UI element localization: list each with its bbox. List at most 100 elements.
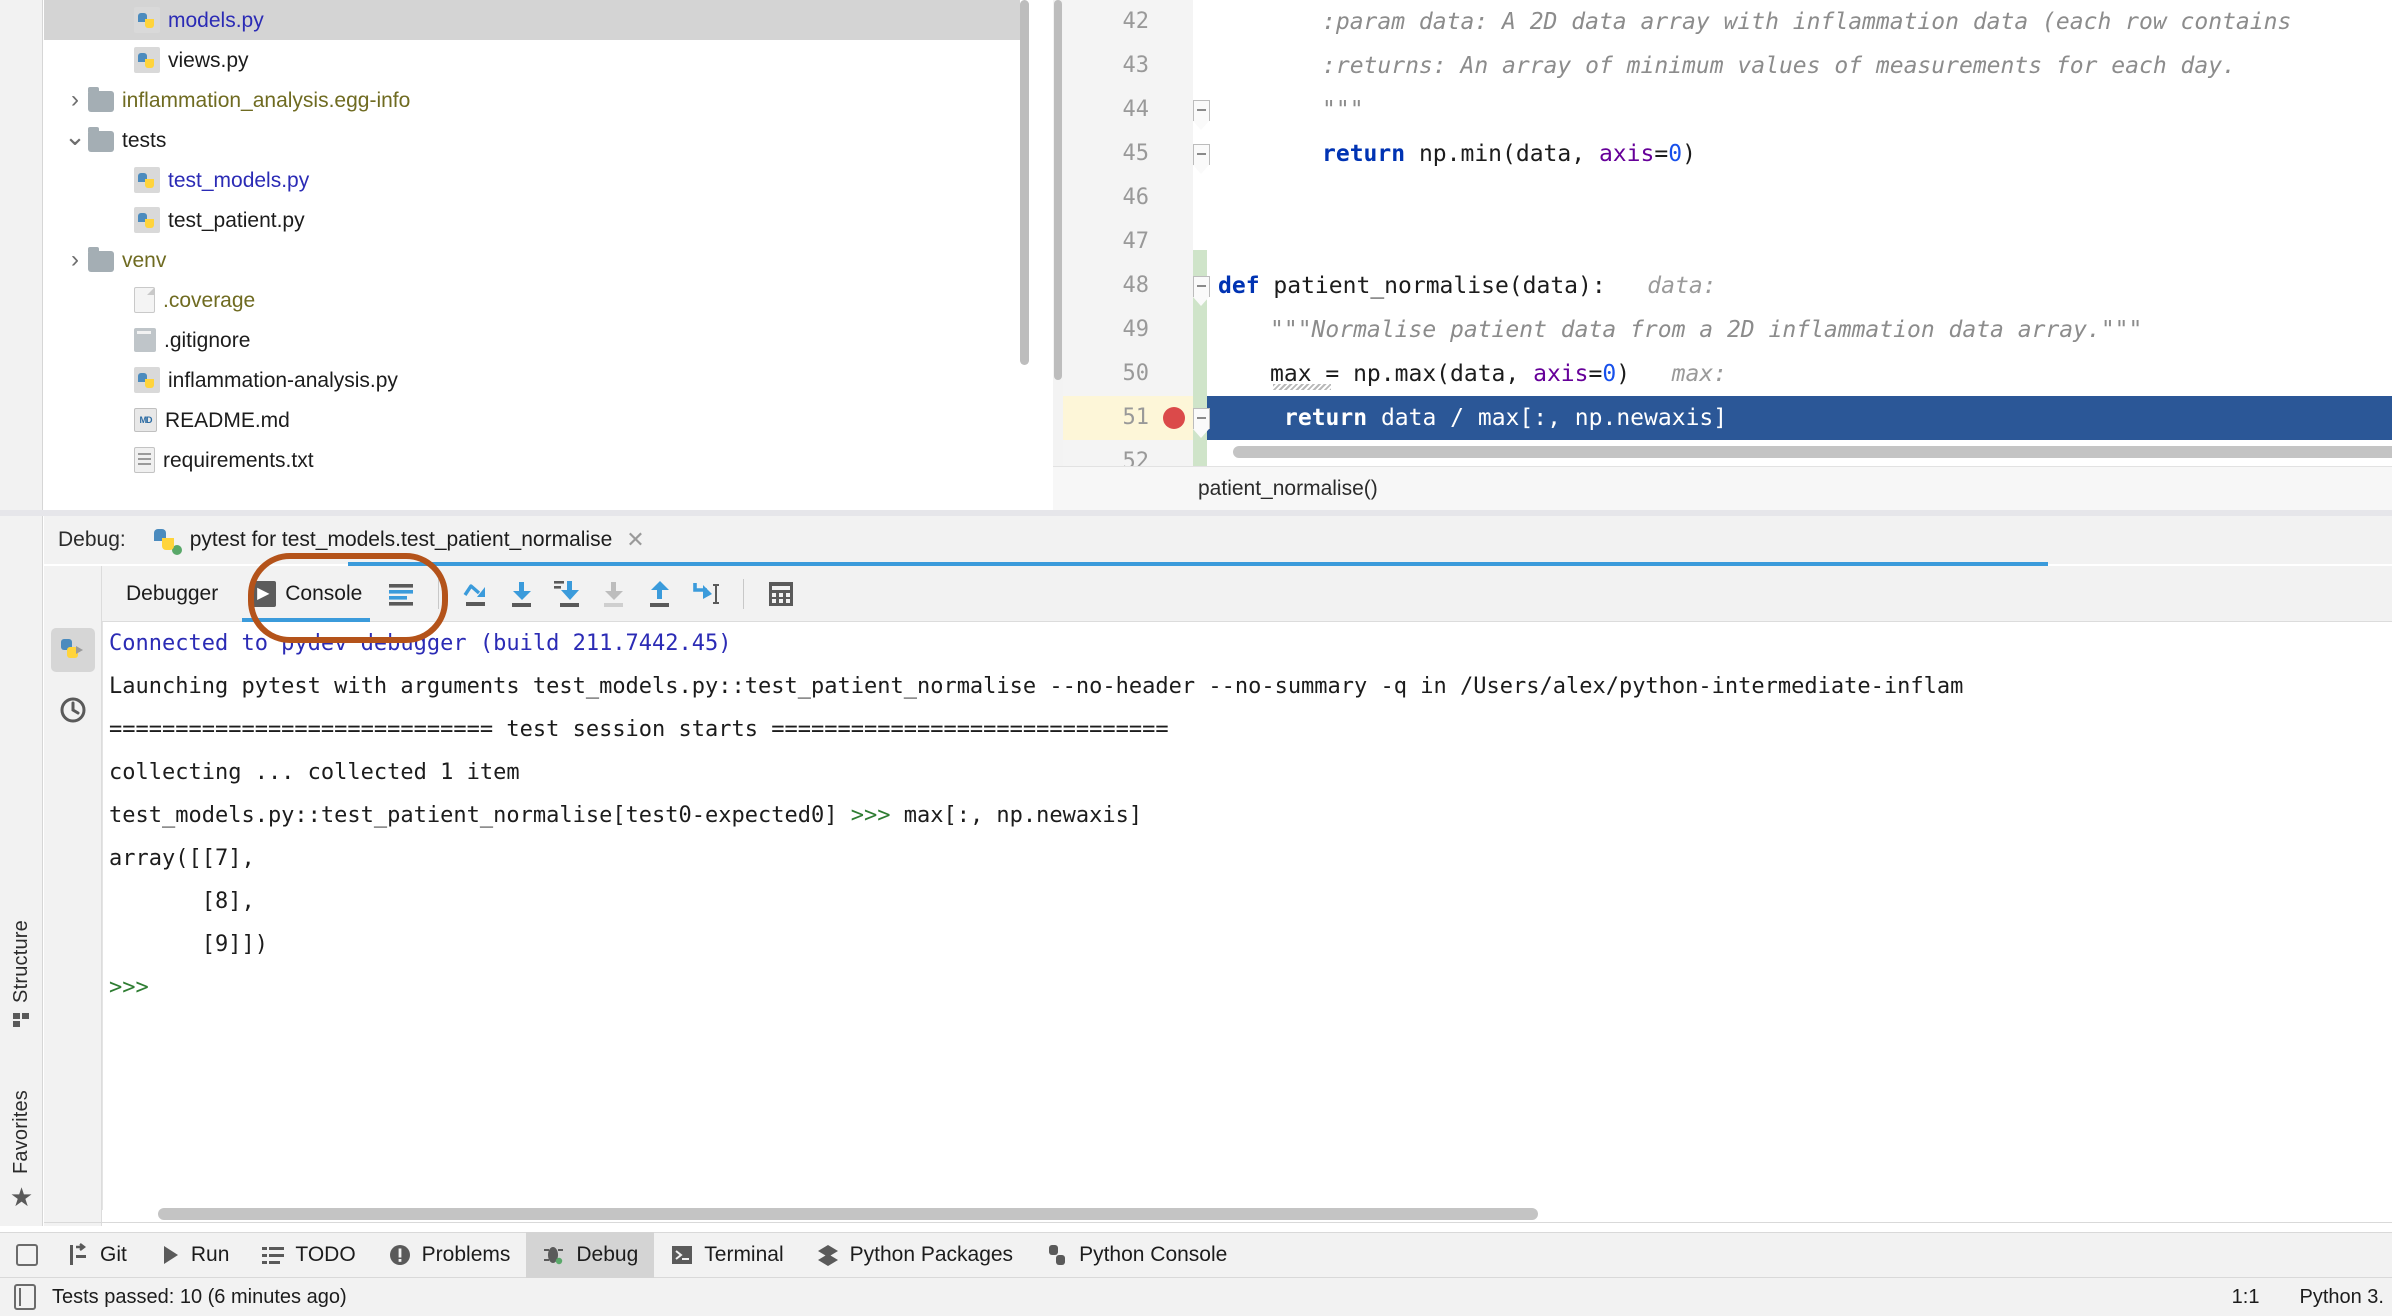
tab-debugger[interactable]: Debugger xyxy=(110,566,234,622)
tree-item[interactable]: test_patient.py xyxy=(44,200,1020,240)
gutter-row[interactable]: 44 xyxy=(1063,88,1193,132)
fold-marker-icon[interactable] xyxy=(1193,100,1210,121)
line-number: 42 xyxy=(1063,0,1149,44)
tree-item-label: inflammation_analysis.egg-info xyxy=(122,90,410,111)
toolwindow-button-label: Run xyxy=(191,1243,230,1267)
code-line[interactable]: :returns: An array of minimum values of … xyxy=(1193,44,2392,88)
tree-item[interactable]: models.py xyxy=(44,0,1020,40)
project-tree[interactable]: models.pyviews.py › inflammation_analysis.… xyxy=(44,0,1020,480)
console-horizontal-scrollbar[interactable] xyxy=(158,1208,1538,1220)
toolwindow-button-git[interactable]: Git xyxy=(52,1232,143,1278)
tree-item[interactable]: MDREADME.md xyxy=(44,400,1020,440)
tree-item[interactable]: .gitignore xyxy=(44,320,1020,360)
code-line[interactable]: return np.min(data, axis=0) xyxy=(1193,132,2392,176)
code-line[interactable]: """ xyxy=(1193,88,2392,132)
tree-item[interactable]: ⌄tests xyxy=(44,120,1020,160)
console-rail-button[interactable] xyxy=(51,628,95,672)
folder-icon xyxy=(88,251,114,272)
editor-horizontal-scrollbar[interactable] xyxy=(1233,446,2392,458)
history-rail-button[interactable] xyxy=(51,688,95,732)
event-log-icon[interactable] xyxy=(14,1284,36,1310)
breadcrumb[interactable]: patient_normalise() xyxy=(1053,466,2392,510)
sidebar-item-favorites[interactable]: Favorites ★ xyxy=(0,1090,43,1210)
code-line[interactable]: :param data: A 2D data array with inflam… xyxy=(1193,0,2392,44)
code-editor[interactable]: 4243444546474849505152 :param data: A 2D… xyxy=(1053,0,2392,466)
code-text: :param data: A 2D data array with inflam… xyxy=(1322,0,2305,44)
editor-gutter[interactable]: 4243444546474849505152 xyxy=(1063,0,1193,466)
structure-icon xyxy=(13,1013,31,1028)
gutter-row[interactable]: 46 xyxy=(1063,176,1193,220)
close-icon[interactable]: ✕ xyxy=(626,527,644,553)
code-line[interactable] xyxy=(1193,220,2392,264)
run-to-cursor-button[interactable] xyxy=(683,571,729,617)
gutter-row[interactable]: 47 xyxy=(1063,220,1193,264)
chevron-right-icon[interactable]: › xyxy=(62,246,88,274)
step-into-my-code-button[interactable] xyxy=(591,571,637,617)
editor-code-area[interactable]: :param data: A 2D data array with inflam… xyxy=(1193,0,2392,466)
toolwindow-button-run[interactable]: Run xyxy=(143,1232,246,1278)
gutter-row[interactable]: 49 xyxy=(1063,308,1193,352)
toolwindow-button-python-packages[interactable]: Python Packages xyxy=(800,1232,1029,1278)
fold-marker-icon[interactable] xyxy=(1193,144,1210,165)
gutter-row[interactable]: 51 xyxy=(1063,396,1193,440)
tree-item[interactable]: requirements.txt xyxy=(44,440,1020,480)
breakpoint-icon[interactable] xyxy=(1163,407,1185,429)
sidebar-item-structure[interactable]: Structure xyxy=(0,920,43,1028)
project-tool-window[interactable]: models.pyviews.py › inflammation_analysis.… xyxy=(44,0,1034,510)
step-out-button[interactable] xyxy=(637,571,683,617)
code-line[interactable]: """Normalise patient data from a 2D infl… xyxy=(1193,308,2392,352)
tree-item[interactable]: inflammation-analysis.py xyxy=(44,360,1020,400)
chevron-right-icon[interactable]: › xyxy=(62,86,88,114)
tree-item[interactable]: test_models.py xyxy=(44,160,1020,200)
tree-item[interactable]: .coverage xyxy=(44,280,1020,320)
toolwindow-button-terminal[interactable]: Terminal xyxy=(654,1232,799,1278)
chevron-down-icon[interactable]: ⌄ xyxy=(62,121,88,152)
gutter-row[interactable]: 42 xyxy=(1063,0,1193,44)
fold-marker-icon[interactable] xyxy=(1193,276,1210,297)
tree-item[interactable]: › inflammation_analysis.egg-info xyxy=(44,80,1020,120)
tree-item[interactable]: views.py xyxy=(44,40,1020,80)
toolwindow-button-label: Terminal xyxy=(704,1243,783,1267)
gutter-row[interactable]: 45 xyxy=(1063,132,1193,176)
code-line[interactable]: max = np.max(data, axis=0) max: xyxy=(1193,352,2392,396)
pytest-run-icon xyxy=(154,527,180,553)
gutter-row[interactable]: 43 xyxy=(1063,44,1193,88)
editor-left-scrollbar[interactable] xyxy=(1053,0,1063,466)
debug-rail xyxy=(44,566,102,1226)
debug-bottom-rule xyxy=(44,1222,2392,1223)
fold-marker-icon[interactable] xyxy=(1193,408,1210,429)
code-line[interactable]: return data / max[:, np.newaxis] xyxy=(1207,396,2392,440)
todo-icon xyxy=(261,1243,285,1267)
run-icon xyxy=(159,1243,181,1267)
step-into-button[interactable] xyxy=(499,571,545,617)
tab-console[interactable]: ▶ Console xyxy=(234,566,378,622)
gutter-row[interactable]: 48 xyxy=(1063,264,1193,308)
code-line[interactable] xyxy=(1193,176,2392,220)
toolwindow-toggle-icon[interactable] xyxy=(16,1244,38,1266)
evaluate-expression-button[interactable] xyxy=(758,571,804,617)
line-number: 49 xyxy=(1063,308,1149,352)
toolwindow-button-problems[interactable]: Problems xyxy=(372,1232,527,1278)
force-step-into-button[interactable] xyxy=(545,571,591,617)
folder-icon xyxy=(88,131,114,152)
step-over-button[interactable] xyxy=(453,571,499,617)
code-text: :returns: An array of minimum values of … xyxy=(1322,44,2236,88)
star-icon: ★ xyxy=(10,1184,33,1210)
code-line[interactable]: def patient_normalise(data): data: xyxy=(1193,264,2392,308)
line-number: 43 xyxy=(1063,44,1149,88)
toolwindow-button-todo[interactable]: TODO xyxy=(245,1232,371,1278)
project-vertical-scrollbar[interactable] xyxy=(1020,0,1029,365)
gutter-row[interactable]: 52 xyxy=(1063,440,1193,466)
caret-position[interactable]: 1:1 xyxy=(2232,1286,2260,1309)
terminal-icon xyxy=(670,1243,694,1267)
tree-item[interactable]: ›venv xyxy=(44,240,1020,280)
line-number: 46 xyxy=(1063,176,1149,220)
debug-console-output[interactable]: Connected to pydev debugger (build 211.7… xyxy=(102,622,2392,1210)
debug-configuration-tab[interactable]: pytest for test_models.test_patient_norm… xyxy=(154,527,613,553)
console-line: ============================= test sessi… xyxy=(103,708,2392,751)
interpreter-label[interactable]: Python 3. xyxy=(2299,1286,2384,1309)
gutter-row[interactable]: 50 xyxy=(1063,352,1193,396)
toolwindow-button-python-console[interactable]: Python Console xyxy=(1029,1232,1243,1278)
soft-wrap-button[interactable] xyxy=(378,571,424,617)
toolwindow-button-debug[interactable]: Debug xyxy=(526,1232,654,1278)
